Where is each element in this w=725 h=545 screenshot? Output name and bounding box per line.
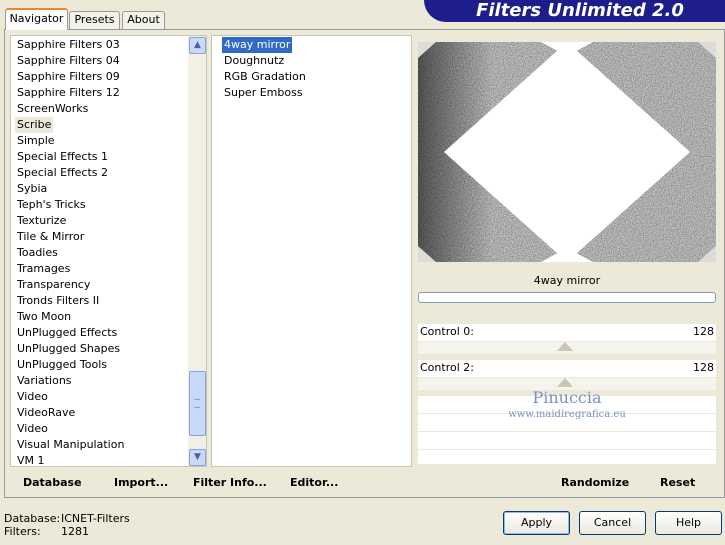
control-label: Control 0:: [420, 325, 474, 338]
filter-info-button[interactable]: Filter Info...: [193, 474, 267, 491]
category-list[interactable]: Sapphire Filters 03 Sapphire Filters 04 Sa…: [10, 35, 207, 467]
preview-image: [418, 42, 716, 262]
category-item[interactable]: Sapphire Filters 09: [15, 69, 122, 85]
scroll-down-button[interactable]: ▼: [189, 449, 206, 466]
category-item[interactable]: Tronds Filters II: [15, 293, 101, 309]
category-item[interactable]: VM 1: [15, 453, 47, 466]
import-button[interactable]: Import...: [114, 474, 168, 491]
tab-navigator[interactable]: Navigator: [5, 8, 68, 30]
category-scrollbar[interactable]: ▲ ▼: [188, 36, 206, 466]
filter-name-label: 4way mirror: [533, 274, 601, 287]
category-item[interactable]: Sapphire Filters 12: [15, 85, 122, 101]
category-item[interactable]: UnPlugged Effects: [15, 325, 119, 341]
control-slider[interactable]: [418, 342, 716, 354]
empty-control-row: [418, 432, 716, 449]
filters-count-value: 1281: [61, 525, 89, 538]
category-item[interactable]: Video: [15, 389, 50, 405]
scroll-grip-icon: [194, 399, 200, 408]
app-title: Filters Unlimited 2.0: [476, 0, 684, 21]
filter-item[interactable]: Super Emboss: [222, 85, 305, 101]
category-item[interactable]: UnPlugged Tools: [15, 357, 109, 373]
category-item[interactable]: Toadies: [15, 245, 60, 261]
filters-count-label: Filters:: [4, 525, 41, 538]
category-item[interactable]: Tramages: [15, 261, 72, 277]
apply-button[interactable]: Apply: [503, 511, 570, 535]
category-item[interactable]: Visual Manipulation: [15, 437, 126, 453]
category-item[interactable]: Two Moon: [15, 309, 73, 325]
watermark-url: www.maidiregrafica.eu: [508, 409, 626, 420]
preview-pattern: [418, 42, 716, 262]
database-value: ICNET-Filters: [61, 512, 130, 525]
control-value: 128: [693, 361, 714, 374]
filter-item[interactable]: 4way mirror: [222, 37, 293, 53]
tab-about[interactable]: About: [122, 11, 165, 29]
control-value: 128: [693, 325, 714, 338]
category-item[interactable]: Texturize: [15, 213, 68, 229]
category-item[interactable]: Transparency: [15, 277, 92, 293]
category-item[interactable]: Tile & Mirror: [15, 229, 86, 245]
randomize-button[interactable]: Randomize: [561, 474, 629, 491]
control-label: Control 2:: [420, 361, 474, 374]
filter-list[interactable]: 4way mirror Doughnutz RGB Gradation Super E…: [211, 35, 412, 467]
reset-button[interactable]: Reset: [660, 474, 695, 491]
category-item[interactable]: Sapphire Filters 04: [15, 53, 122, 69]
slider-thumb-icon[interactable]: [557, 378, 573, 387]
category-item[interactable]: ScreenWorks: [15, 101, 90, 117]
category-item[interactable]: Special Effects 2: [15, 165, 110, 181]
category-item[interactable]: VideoRave: [15, 405, 77, 421]
help-button[interactable]: Help: [655, 511, 722, 535]
editor-button[interactable]: Editor...: [290, 474, 338, 491]
database-label: Database:: [4, 512, 61, 525]
tab-presets[interactable]: Presets: [69, 11, 120, 29]
database-button[interactable]: Database: [23, 474, 82, 491]
category-item[interactable]: UnPlugged Shapes: [15, 341, 122, 357]
control-row[interactable]: Control 2: 128: [418, 360, 716, 377]
control-row[interactable]: Control 0: 128: [418, 324, 716, 341]
category-item[interactable]: Simple: [15, 133, 57, 149]
category-item[interactable]: Sapphire Filters 03: [15, 37, 122, 53]
scroll-up-button[interactable]: ▲: [189, 37, 206, 54]
empty-control-row: [418, 450, 716, 464]
category-item[interactable]: Teph's Tricks: [15, 197, 88, 213]
cancel-button[interactable]: Cancel: [579, 511, 646, 535]
category-item[interactable]: Special Effects 1: [15, 149, 110, 165]
filter-item[interactable]: Doughnutz: [222, 53, 286, 69]
filter-item[interactable]: RGB Gradation: [222, 69, 308, 85]
slider-thumb-icon[interactable]: [557, 342, 573, 351]
scroll-thumb[interactable]: [189, 371, 206, 436]
category-item[interactable]: Sybia: [15, 181, 49, 197]
category-item[interactable]: Scribe: [15, 117, 54, 133]
watermark-name: Pinuccia: [532, 388, 602, 407]
progress-bar: [418, 292, 716, 303]
category-item[interactable]: Video: [15, 421, 50, 437]
category-item[interactable]: Variations: [15, 373, 74, 389]
